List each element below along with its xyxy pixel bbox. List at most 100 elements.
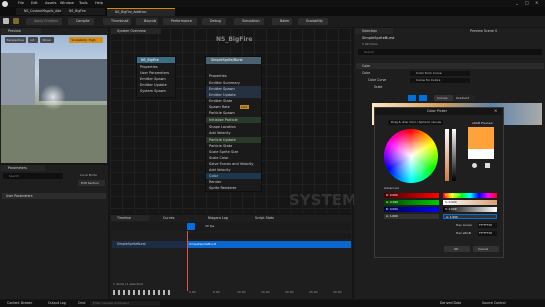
selection-search-input[interactable]: Search bbox=[358, 49, 542, 55]
doc-tab-1[interactable]: NS_CustomMsgvfx_Addit bbox=[16, 8, 63, 15]
window-minimize[interactable]: _ bbox=[516, 1, 518, 5]
hex-srgb-input[interactable]: FFFFFF00 bbox=[478, 231, 497, 236]
timeline-track-bar[interactable]: SimpleSpriteBurst bbox=[187, 241, 351, 248]
gradient-tab-button[interactable]: Gradient bbox=[453, 95, 475, 101]
tab-niagara-log[interactable]: Niagara Log bbox=[208, 216, 228, 220]
hex-linear-input[interactable]: FFFFFF00 bbox=[478, 223, 497, 228]
timeline-playhead[interactable] bbox=[187, 231, 188, 291]
field-v[interactable]: V: 1.000 bbox=[443, 207, 497, 212]
apply-emitters-button[interactable]: Apply Emitters bbox=[26, 18, 62, 25]
menu-edit[interactable]: Edit bbox=[31, 1, 38, 6]
system-node[interactable]: NS_BigFire Properties User Parameters Em… bbox=[136, 56, 176, 98]
derived-data-button[interactable]: Derived Data bbox=[440, 301, 461, 305]
edit-section-button[interactable]: Edit Section bbox=[78, 180, 105, 186]
browse-icon[interactable] bbox=[13, 18, 19, 24]
show-button[interactable]: Show bbox=[40, 37, 54, 43]
menu-assets[interactable]: Assets bbox=[45, 1, 56, 6]
field-a-right[interactable]: A: 1.000 bbox=[443, 214, 497, 219]
field-g[interactable]: G: 0.000 bbox=[384, 200, 439, 205]
field-s[interactable]: S: 0.000 bbox=[443, 200, 497, 205]
scalability-label: Scalability bbox=[306, 19, 323, 23]
curves-tab-button[interactable]: Curves bbox=[434, 95, 453, 101]
lit-button[interactable]: Lit bbox=[28, 37, 38, 43]
emitter-row[interactable]: Add Velocity bbox=[206, 130, 261, 136]
emitter-row[interactable]: Particle Spawn bbox=[206, 110, 261, 116]
mode-icon-a[interactable] bbox=[408, 95, 416, 101]
window-close[interactable]: × bbox=[535, 1, 538, 5]
srgb-preview-label[interactable]: sRGB Preview bbox=[472, 122, 493, 125]
picker-icon[interactable] bbox=[485, 163, 490, 168]
compile-button[interactable]: Compile bbox=[68, 18, 94, 25]
source-control-button[interactable]: Source Control bbox=[482, 301, 505, 305]
preview-viewport[interactable] bbox=[1, 35, 107, 163]
ok-button[interactable]: OK bbox=[444, 246, 470, 252]
spawn-rate-value[interactable]: 10.0 bbox=[240, 105, 249, 109]
menu-tools[interactable]: Tools bbox=[79, 1, 88, 6]
field-h[interactable]: H: 177.900 bbox=[443, 193, 497, 198]
color-section-header[interactable]: Color bbox=[356, 63, 544, 69]
color-mode-dropdown[interactable]: Color from Curve bbox=[410, 71, 470, 76]
perspective-button[interactable]: Perspective bbox=[5, 37, 26, 43]
saturation-slider[interactable] bbox=[445, 129, 449, 181]
advanced-label[interactable]: Advanced bbox=[384, 187, 399, 190]
scalability-high-button[interactable]: Scalability: High bbox=[69, 37, 103, 43]
selection-tab[interactable]: Selection bbox=[355, 28, 393, 34]
timeline-status: 1 items (1 selected) bbox=[113, 282, 144, 286]
baker-button[interactable]: Baker bbox=[272, 18, 292, 25]
tab-curves[interactable]: Curves bbox=[163, 216, 174, 220]
window-maximize[interactable]: □ bbox=[525, 1, 529, 5]
emitter-row-sprite-renderer[interactable]: Sprite Renderer bbox=[206, 185, 261, 191]
color-picker-close[interactable]: × bbox=[494, 109, 497, 113]
performance-button[interactable]: Performance bbox=[163, 18, 197, 25]
save-icon[interactable] bbox=[3, 18, 9, 24]
ok-label: OK bbox=[454, 246, 459, 251]
thumbnail-button[interactable]: Thumbnail bbox=[103, 18, 131, 25]
doc-tab-2[interactable]: NS_BigFire bbox=[61, 8, 105, 15]
tab-timeline[interactable]: Timeline bbox=[111, 215, 149, 221]
field-b[interactable]: B: 0.000 bbox=[384, 207, 439, 212]
field-b-label: B: 0.000 bbox=[386, 207, 398, 211]
emitter-node[interactable]: SimpleSprite/Burst Properties Emitter Su… bbox=[205, 56, 262, 192]
color-curve-dropdown[interactable]: Curve for Colors bbox=[410, 78, 470, 83]
cancel-button[interactable]: Cancel bbox=[473, 246, 499, 252]
timeline-snap-icon[interactable] bbox=[187, 223, 195, 230]
value-slider[interactable] bbox=[452, 129, 456, 181]
cancel-label: Cancel bbox=[478, 246, 489, 251]
system-node-row[interactable]: System Spawn bbox=[137, 88, 175, 94]
cmd-button[interactable]: Cmd bbox=[78, 301, 85, 305]
color-wheel[interactable] bbox=[384, 129, 438, 183]
bounds-button[interactable]: Bounds bbox=[136, 18, 158, 25]
simulation-label: Simulation bbox=[242, 19, 260, 23]
emitter-row-properties[interactable]: Properties bbox=[206, 73, 261, 79]
user-parameters-section[interactable]: User Parameters bbox=[2, 193, 106, 199]
doc-tab-3[interactable]: NS_BigFire_Addition bbox=[107, 8, 175, 16]
transport-controls[interactable] bbox=[113, 290, 173, 295]
field-a-left[interactable]: A: 1.000 bbox=[384, 214, 439, 219]
timeline-label-3: 15.00 bbox=[261, 290, 270, 294]
parameters-search-input[interactable]: Search bbox=[3, 173, 63, 179]
scalability-button[interactable]: Scalability bbox=[298, 18, 328, 25]
system-overview-tab[interactable]: System Overview bbox=[111, 28, 161, 34]
tab-script-stats[interactable]: Script Stats bbox=[255, 216, 274, 220]
menu-window[interactable]: Window bbox=[60, 1, 74, 6]
debug-button[interactable]: Debug bbox=[202, 18, 226, 25]
emitter-row[interactable]: Initialize Particle bbox=[206, 117, 261, 123]
menu-help[interactable]: Help bbox=[95, 1, 103, 6]
output-log-button[interactable]: Output Log bbox=[48, 301, 66, 305]
content-drawer-button[interactable]: Content Drawer bbox=[7, 301, 32, 305]
color-picker-mode-select[interactable]: Drag & drop color / Alpha to canvas bbox=[388, 120, 443, 125]
timeline-ruler[interactable] bbox=[187, 233, 351, 239]
timeline-label-1: 5.00 bbox=[213, 290, 220, 294]
parameters-local-mode[interactable]: Local Mode bbox=[80, 174, 97, 177]
field-r[interactable]: R: 0.000 bbox=[384, 193, 439, 198]
mode-icon-b[interactable] bbox=[419, 95, 427, 101]
preview-scene-tab[interactable]: Preview Scene S bbox=[470, 29, 497, 33]
preview-tab[interactable]: Preview bbox=[1, 28, 41, 34]
console-command-input[interactable]: Enter Console Command bbox=[90, 301, 160, 306]
simulation-button[interactable]: Simulation bbox=[234, 18, 264, 25]
system-node-title: NS_BigFire bbox=[141, 57, 159, 62]
menu-file[interactable]: File bbox=[18, 1, 24, 6]
eyedropper-icon[interactable] bbox=[472, 163, 477, 168]
parameters-tab[interactable]: Parameters bbox=[1, 165, 45, 171]
timeline-fps[interactable]: 30 fps bbox=[205, 225, 214, 228]
